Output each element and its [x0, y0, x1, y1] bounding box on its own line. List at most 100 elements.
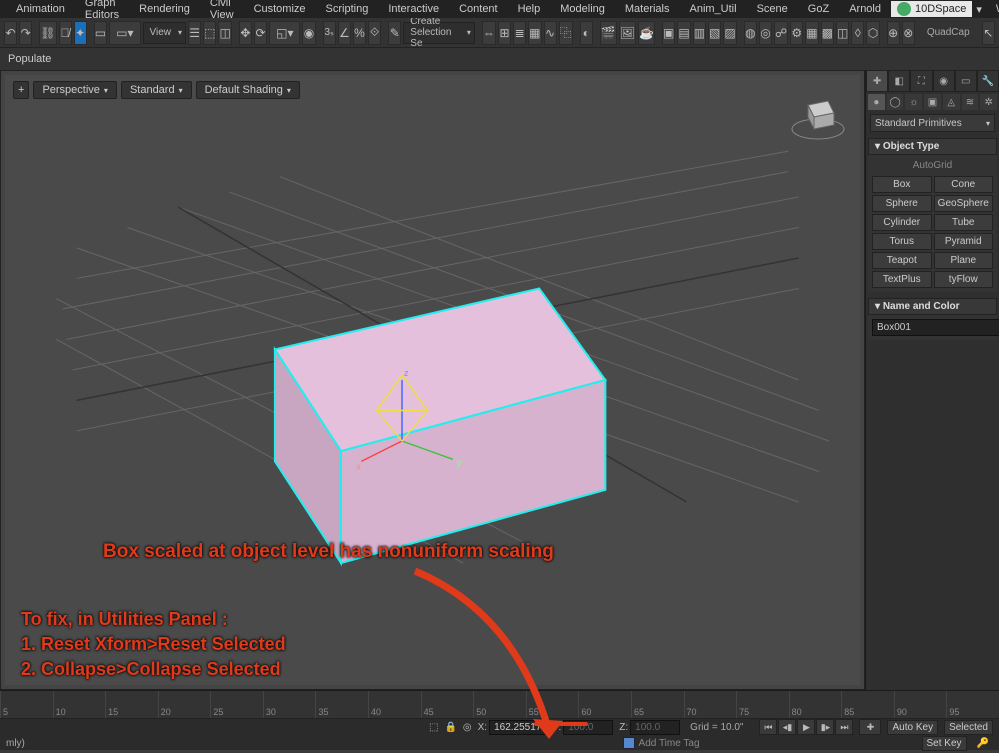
- menu-scene[interactable]: Scene: [747, 1, 798, 17]
- tool-j-icon[interactable]: ▦: [805, 21, 818, 45]
- mirror-icon[interactable]: ⇔: [482, 21, 496, 45]
- curve-editor-icon[interactable]: ∿: [544, 21, 557, 45]
- workspace-selector[interactable]: 10DSpace: [891, 1, 972, 17]
- object-type-rollout-header[interactable]: Object Type: [868, 138, 997, 155]
- schematic-view-icon[interactable]: ⿻: [559, 21, 573, 45]
- move-icon[interactable]: ✥: [239, 21, 252, 45]
- helpers-subtab-icon[interactable]: ◬: [943, 94, 960, 110]
- primitive-tyflow[interactable]: tyFlow: [934, 271, 994, 288]
- key-plus-icon[interactable]: ✚: [859, 719, 881, 735]
- align-icon[interactable]: ⊞: [498, 21, 511, 45]
- link-icon[interactable]: ⛓: [39, 21, 56, 45]
- tool-h-icon[interactable]: ☍: [774, 21, 788, 45]
- viewcube[interactable]: [790, 85, 846, 141]
- play-icon[interactable]: ▶: [797, 719, 815, 735]
- lock-icon[interactable]: 🔒: [444, 722, 456, 733]
- menu-customize[interactable]: Customize: [244, 1, 316, 17]
- undo-icon[interactable]: ↶: [4, 21, 17, 45]
- z-coord-field[interactable]: 100.0: [630, 720, 680, 735]
- auto-key-button[interactable]: Auto Key: [887, 720, 938, 735]
- primitive-textplus[interactable]: TextPlus: [872, 271, 932, 288]
- primitive-box[interactable]: Box: [872, 176, 932, 193]
- primitive-torus[interactable]: Torus: [872, 233, 932, 250]
- primitive-pyramid[interactable]: Pyramid: [934, 233, 994, 250]
- viewport-mode-label[interactable]: Default Shading▾: [196, 81, 300, 99]
- primitive-cone[interactable]: Cone: [934, 176, 994, 193]
- material-editor-icon[interactable]: ◐: [580, 21, 593, 45]
- modify-tab-icon[interactable]: ◧: [888, 70, 910, 92]
- region-select-icon[interactable]: ⬚: [203, 21, 216, 45]
- render-frame-icon[interactable]: 🖼: [619, 21, 636, 45]
- geometry-subtab-icon[interactable]: ●: [868, 94, 885, 110]
- create-tab-icon[interactable]: ✚: [866, 70, 888, 92]
- cameras-subtab-icon[interactable]: ▣: [924, 94, 941, 110]
- primitive-cylinder[interactable]: Cylinder: [872, 214, 932, 231]
- prev-frame-icon[interactable]: ◂▮: [778, 719, 796, 735]
- selected-filter-button[interactable]: Selected: [944, 720, 993, 735]
- viewport-plus-menu[interactable]: +: [13, 81, 29, 99]
- primitive-tube[interactable]: Tube: [934, 214, 994, 231]
- add-time-tag-button[interactable]: Add Time Tag: [639, 738, 700, 749]
- placement-icon[interactable]: ◉: [302, 21, 315, 45]
- redo-icon[interactable]: ↷: [19, 21, 32, 45]
- key-filters-icon[interactable]: 🔑: [973, 738, 993, 749]
- next-frame-icon[interactable]: ▮▸: [816, 719, 834, 735]
- reference-dropdown[interactable]: View: [143, 22, 187, 44]
- select-icon[interactable]: ▭: [94, 21, 107, 45]
- spacewarps-subtab-icon[interactable]: ≋: [962, 94, 979, 110]
- tool-o-icon[interactable]: ⊕: [887, 21, 900, 45]
- primitive-plane[interactable]: Plane: [934, 252, 994, 269]
- time-tag-icon[interactable]: [623, 737, 635, 749]
- menu-animation[interactable]: Animation: [6, 1, 75, 17]
- autogrid-checkbox[interactable]: AutoGrid: [872, 159, 993, 174]
- menu-content[interactable]: Content: [449, 1, 508, 17]
- menu-modeling[interactable]: Modeling: [550, 1, 615, 17]
- hierarchy-tab-icon[interactable]: ⛶: [910, 70, 932, 92]
- name-color-rollout-header[interactable]: Name and Color: [868, 298, 997, 315]
- layers-icon[interactable]: ≣: [513, 21, 526, 45]
- angle-snap-icon[interactable]: ∠: [338, 21, 351, 45]
- goto-end-icon[interactable]: ⏭: [835, 719, 853, 735]
- isolate-icon[interactable]: ◎: [463, 722, 472, 733]
- time-ruler[interactable]: 5101520253035404550556065707580859095: [0, 691, 999, 719]
- bind-spacewarp-icon[interactable]: ✦: [74, 21, 87, 45]
- goto-start-icon[interactable]: ⏮: [759, 719, 777, 735]
- tool-a-icon[interactable]: ▣: [662, 21, 675, 45]
- set-key-button[interactable]: Set Key: [922, 736, 967, 751]
- primitive-teapot[interactable]: Teapot: [872, 252, 932, 269]
- systems-subtab-icon[interactable]: ✲: [980, 94, 997, 110]
- motion-tab-icon[interactable]: ◉: [933, 70, 955, 92]
- perspective-viewport[interactable]: + Perspective▾ Standard▾ Default Shading…: [5, 75, 860, 685]
- tool-d-icon[interactable]: ▧: [708, 21, 721, 45]
- lights-subtab-icon[interactable]: ☼: [905, 94, 922, 110]
- named-selection-dropdown[interactable]: Create Selection Se: [403, 22, 475, 44]
- display-tab-icon[interactable]: ▭: [955, 70, 977, 92]
- tool-i-icon[interactable]: ⚙: [790, 21, 803, 45]
- menu-arnold[interactable]: Arnold: [839, 1, 891, 17]
- utilities-tab-icon[interactable]: 🔧: [977, 70, 999, 92]
- menu-materials[interactable]: Materials: [615, 1, 680, 17]
- unlink-icon[interactable]: ⛓̸: [59, 21, 72, 45]
- viewport-shading-label[interactable]: Standard▾: [121, 81, 192, 99]
- select-mode-icon[interactable]: ▭▾: [109, 21, 140, 45]
- menu-goz[interactable]: GoZ: [798, 1, 839, 17]
- menu-rendering[interactable]: Rendering: [129, 1, 200, 17]
- rotate-icon[interactable]: ⟳: [254, 21, 267, 45]
- category-dropdown[interactable]: Standard Primitives: [870, 114, 995, 132]
- spinner-snap-icon[interactable]: ⟐: [368, 21, 381, 45]
- menu-interactive[interactable]: Interactive: [378, 1, 449, 17]
- edit-named-sel-icon[interactable]: ✎: [388, 21, 401, 45]
- window-crossing-icon[interactable]: ◫: [218, 21, 231, 45]
- scale-icon[interactable]: ◱▾: [269, 21, 300, 45]
- tool-f-icon[interactable]: ◍: [744, 21, 757, 45]
- primitive-geosphere[interactable]: GeoSphere: [934, 195, 994, 212]
- tool-b-icon[interactable]: ▤: [677, 21, 690, 45]
- percent-snap-icon[interactable]: %: [353, 21, 366, 45]
- tool-c-icon[interactable]: ▥: [693, 21, 706, 45]
- primitive-sphere[interactable]: Sphere: [872, 195, 932, 212]
- tool-g-icon[interactable]: ◎: [759, 21, 772, 45]
- object-name-input[interactable]: [872, 319, 999, 336]
- tool-k-icon[interactable]: ▩: [821, 21, 834, 45]
- tool-e-icon[interactable]: ▨: [723, 21, 736, 45]
- snap-3-icon[interactable]: 3ₛ: [323, 21, 336, 45]
